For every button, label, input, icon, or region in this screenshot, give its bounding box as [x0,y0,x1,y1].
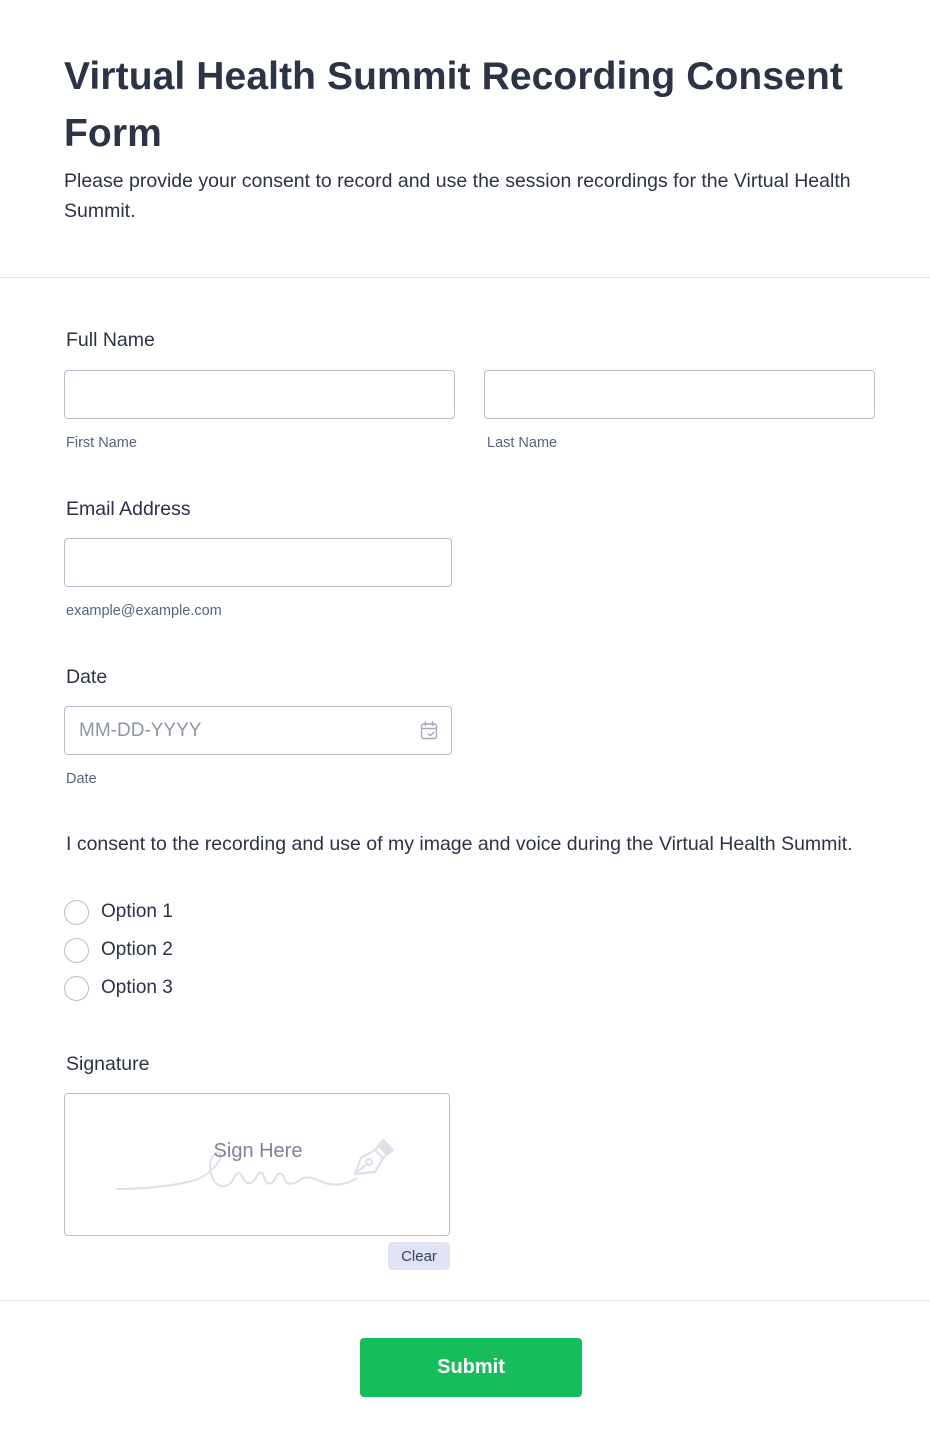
first-name-sublabel: First Name [66,435,137,451]
signature-pad[interactable]: Sign Here [64,1093,450,1236]
radio-option-label: Option 3 [101,977,173,998]
last-name-input[interactable] [484,370,875,419]
consent-question: I consent to the recording and use of my… [66,833,853,855]
last-name-sublabel: Last Name [487,435,558,451]
footer-divider [0,1300,930,1301]
form-header: Virtual Health Summit Recording Consent … [0,0,930,278]
radio-option-2[interactable]: Option 2 [64,937,173,963]
sign-here-text: Sign Here [213,1140,303,1162]
date-input[interactable] [64,706,452,755]
form-title: Virtual Health Summit Recording Consent … [64,55,843,155]
email-sublabel: example@example.com [66,603,222,619]
date-label: Date [66,666,108,688]
full-name-label: Full Name [66,329,155,351]
calendar-icon[interactable] [420,721,438,740]
radio-option-3[interactable]: Option 3 [64,975,173,1001]
date-sublabel: Date [66,771,97,787]
date-field [64,706,452,755]
first-name-input[interactable] [64,370,455,419]
pen-nib-icon [353,1138,395,1176]
signature-label: Signature [66,1053,150,1075]
radio-option-1[interactable]: Option 1 [64,899,173,925]
form-subtitle: Please provide your consent to record an… [64,170,851,222]
radio-option-label: Option 2 [101,939,173,960]
radio-circle[interactable] [64,899,89,925]
submit-button[interactable]: Submit [360,1338,582,1397]
radio-circle[interactable] [64,975,89,1001]
radio-option-label: Option 1 [101,901,173,922]
radio-circle[interactable] [64,937,89,963]
email-label: Email Address [66,498,191,520]
clear-signature-button[interactable]: Clear [388,1242,450,1270]
email-input[interactable] [64,538,452,587]
